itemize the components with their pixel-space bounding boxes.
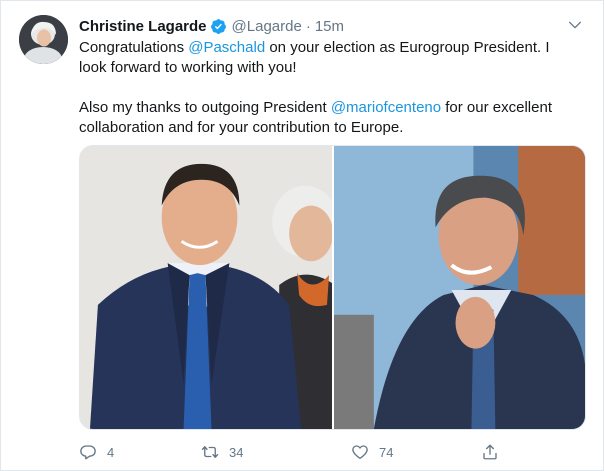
tweet-header: Christine Lagarde @Lagarde · 15m <box>79 15 583 37</box>
photo-right-image <box>334 146 585 429</box>
text-segment: Also my thanks to outgoing President <box>79 99 331 116</box>
mention-link-paschald[interactable]: @Paschald <box>188 39 265 56</box>
media-grid <box>79 145 586 430</box>
photo-left[interactable] <box>80 146 332 429</box>
comment-bubble-icon <box>80 445 96 460</box>
photo-left-image <box>80 146 332 429</box>
share-upload-icon <box>483 444 497 460</box>
retweet-arrows-icon <box>201 446 219 458</box>
retweet-button[interactable]: 34 <box>201 443 329 461</box>
mention-link-mariofcenteno[interactable]: @mariofcenteno <box>331 99 441 116</box>
text-segment: Congratulations <box>79 39 189 56</box>
photo-right[interactable] <box>334 146 585 429</box>
tweet-paragraph-2: Also my thanks to outgoing President @ma… <box>79 98 579 138</box>
verified-badge-icon <box>210 18 226 34</box>
share-button[interactable] <box>481 443 499 461</box>
avatar-image <box>19 15 68 64</box>
chevron-down-icon[interactable] <box>567 17 583 33</box>
tweet-card[interactable]: Christine Lagarde @Lagarde · 15m Congrat… <box>0 0 604 471</box>
tweet-actions: 4 34 74 <box>79 441 519 463</box>
retweet-count: 34 <box>229 444 244 460</box>
avatar[interactable] <box>19 15 68 64</box>
timestamp[interactable]: 15m <box>315 18 344 35</box>
reply-count: 4 <box>107 444 115 460</box>
author-name[interactable]: Christine Lagarde <box>79 18 207 35</box>
reply-button[interactable]: 4 <box>79 443 179 461</box>
tweet-paragraph-1: Congratulations @Paschald on your electi… <box>79 38 579 78</box>
like-count: 74 <box>379 444 394 460</box>
separator-dot: · <box>305 17 311 35</box>
heart-outline-icon <box>352 445 368 460</box>
like-button[interactable]: 74 <box>351 443 481 461</box>
tweet-text: Congratulations @Paschald on your electi… <box>79 38 579 138</box>
author-handle[interactable]: @Lagarde <box>232 18 302 35</box>
